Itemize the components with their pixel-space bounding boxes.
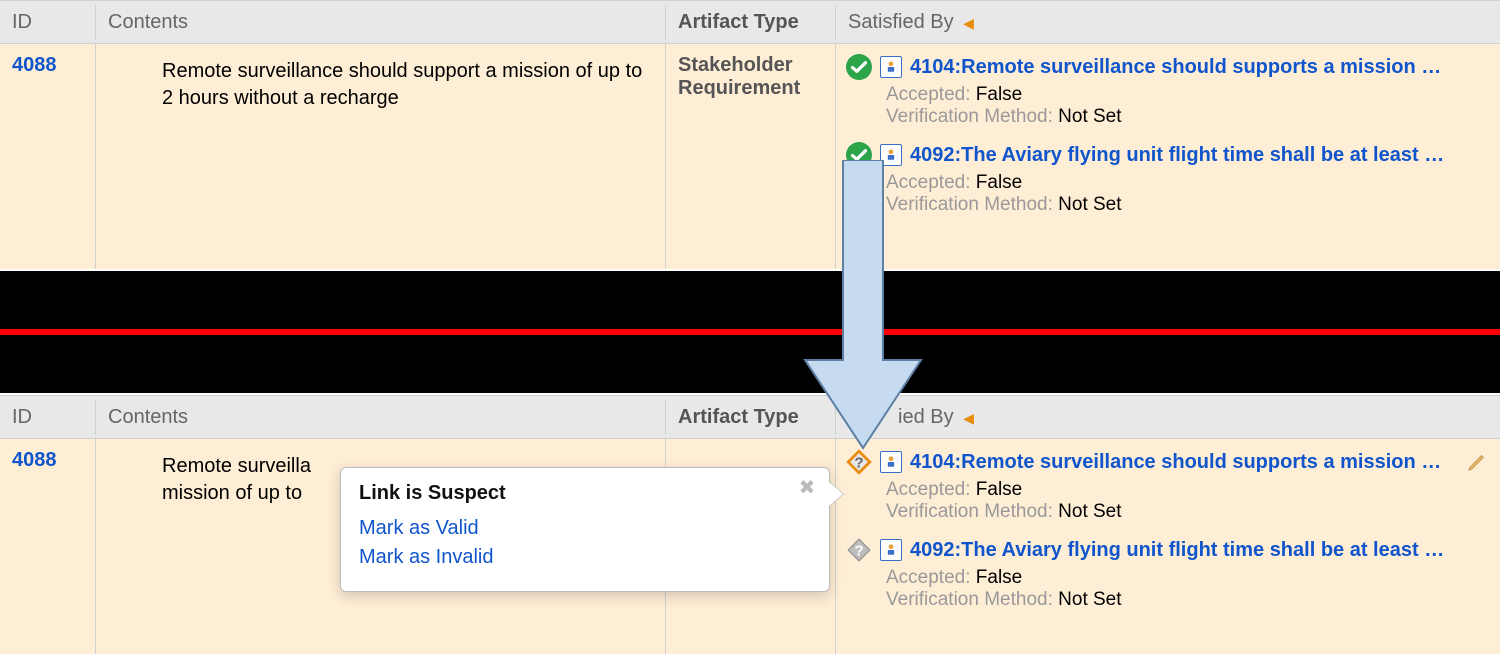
- table-row[interactable]: 4088 Remote surveillance should support …: [0, 44, 1500, 269]
- link-meta: Accepted: False Verification Method: Not…: [886, 567, 1488, 611]
- status-suspect-icon[interactable]: ?: [846, 537, 872, 563]
- col-header-satisfied[interactable]: Satisfied By ◀: [836, 5, 1500, 40]
- col-header-contents[interactable]: Contents: [96, 5, 666, 40]
- accepted-label: Accepted:: [886, 479, 971, 500]
- accepted-value: False: [976, 567, 1022, 588]
- link-item: ? 4104:Remote surveillance should suppor…: [846, 449, 1488, 523]
- artifact-contents[interactable]: Remote surveillance should support a mis…: [96, 44, 666, 269]
- satisfied-by-cell: 4104:Remote surveillance should supports…: [836, 44, 1500, 269]
- method-value: Not Set: [1058, 589, 1121, 610]
- col-header-id[interactable]: ID: [0, 400, 96, 435]
- status-ok-icon: [846, 54, 872, 80]
- method-label: Verification Method:: [886, 106, 1053, 127]
- close-icon[interactable]: ✖: [797, 478, 817, 498]
- sort-indicator-icon: ◀: [963, 410, 974, 426]
- svg-text:?: ?: [854, 542, 863, 559]
- satisfied-by-cell: ? 4104:Remote surveillance should suppor…: [836, 439, 1500, 654]
- suspect-popup: ✖ Link is Suspect Mark as Valid Mark as …: [340, 467, 830, 592]
- method-value: Not Set: [1058, 501, 1121, 522]
- link-meta: Accepted: False Verification Method: Not…: [886, 479, 1488, 523]
- actor-icon: [880, 539, 902, 561]
- accepted-value: False: [976, 172, 1022, 193]
- accepted-value: False: [976, 84, 1022, 105]
- artifact-id[interactable]: 4088: [0, 44, 96, 269]
- col-header-id[interactable]: ID: [0, 5, 96, 40]
- method-value: Not Set: [1058, 106, 1121, 127]
- link-title[interactable]: 4104:Remote surveillance should supports…: [910, 56, 1441, 79]
- accepted-label: Accepted:: [886, 172, 971, 193]
- method-label: Verification Method:: [886, 501, 1053, 522]
- status-ok-icon: [846, 142, 872, 168]
- link-meta: Accepted: False Verification Method: Not…: [886, 172, 1488, 216]
- method-label: Verification Method:: [886, 589, 1053, 610]
- status-suspect-icon[interactable]: ?: [846, 449, 872, 475]
- artifact-type: Stakeholder Requirement: [666, 44, 836, 269]
- link-item: ? 4092:The Aviary flying unit flight tim…: [846, 537, 1488, 611]
- method-label: Verification Method:: [886, 194, 1053, 215]
- separator-band: [0, 271, 1500, 393]
- col-header-type[interactable]: Artifact Type: [666, 5, 836, 40]
- actor-icon: [880, 144, 902, 166]
- col-header-contents[interactable]: Contents: [96, 400, 666, 435]
- table-header-bottom: ID Contents Artifact Type Satisfied By ◀: [0, 395, 1500, 439]
- table-header-top: ID Contents Artifact Type Satisfied By ◀: [0, 0, 1500, 44]
- actor-icon: [880, 56, 902, 78]
- accepted-label: Accepted:: [886, 567, 971, 588]
- method-value: Not Set: [1058, 194, 1121, 215]
- accepted-value: False: [976, 479, 1022, 500]
- mark-invalid-link[interactable]: Mark as Invalid: [359, 546, 811, 569]
- link-meta: Accepted: False Verification Method: Not…: [886, 84, 1488, 128]
- link-item: 4092:The Aviary flying unit flight time …: [846, 142, 1488, 216]
- link-title[interactable]: 4104:Remote surveillance should supports…: [910, 451, 1441, 474]
- link-item: 4104:Remote surveillance should supports…: [846, 54, 1488, 128]
- col-header-satisfied[interactable]: Satisfied By ◀: [836, 400, 1500, 435]
- sort-indicator-icon: ◀: [963, 15, 974, 31]
- mark-valid-link[interactable]: Mark as Valid: [359, 517, 811, 540]
- col-header-satisfied-label: Satisfied By: [848, 11, 954, 33]
- link-title[interactable]: 4092:The Aviary flying unit flight time …: [910, 144, 1444, 167]
- accepted-label: Accepted:: [886, 84, 971, 105]
- edit-icon[interactable]: [1466, 451, 1488, 473]
- link-title[interactable]: 4092:The Aviary flying unit flight time …: [910, 539, 1444, 562]
- col-header-type[interactable]: Artifact Type: [666, 400, 836, 435]
- popup-title: Link is Suspect: [359, 482, 811, 505]
- svg-text:?: ?: [854, 454, 863, 471]
- artifact-id[interactable]: 4088: [0, 439, 96, 654]
- actor-icon: [880, 451, 902, 473]
